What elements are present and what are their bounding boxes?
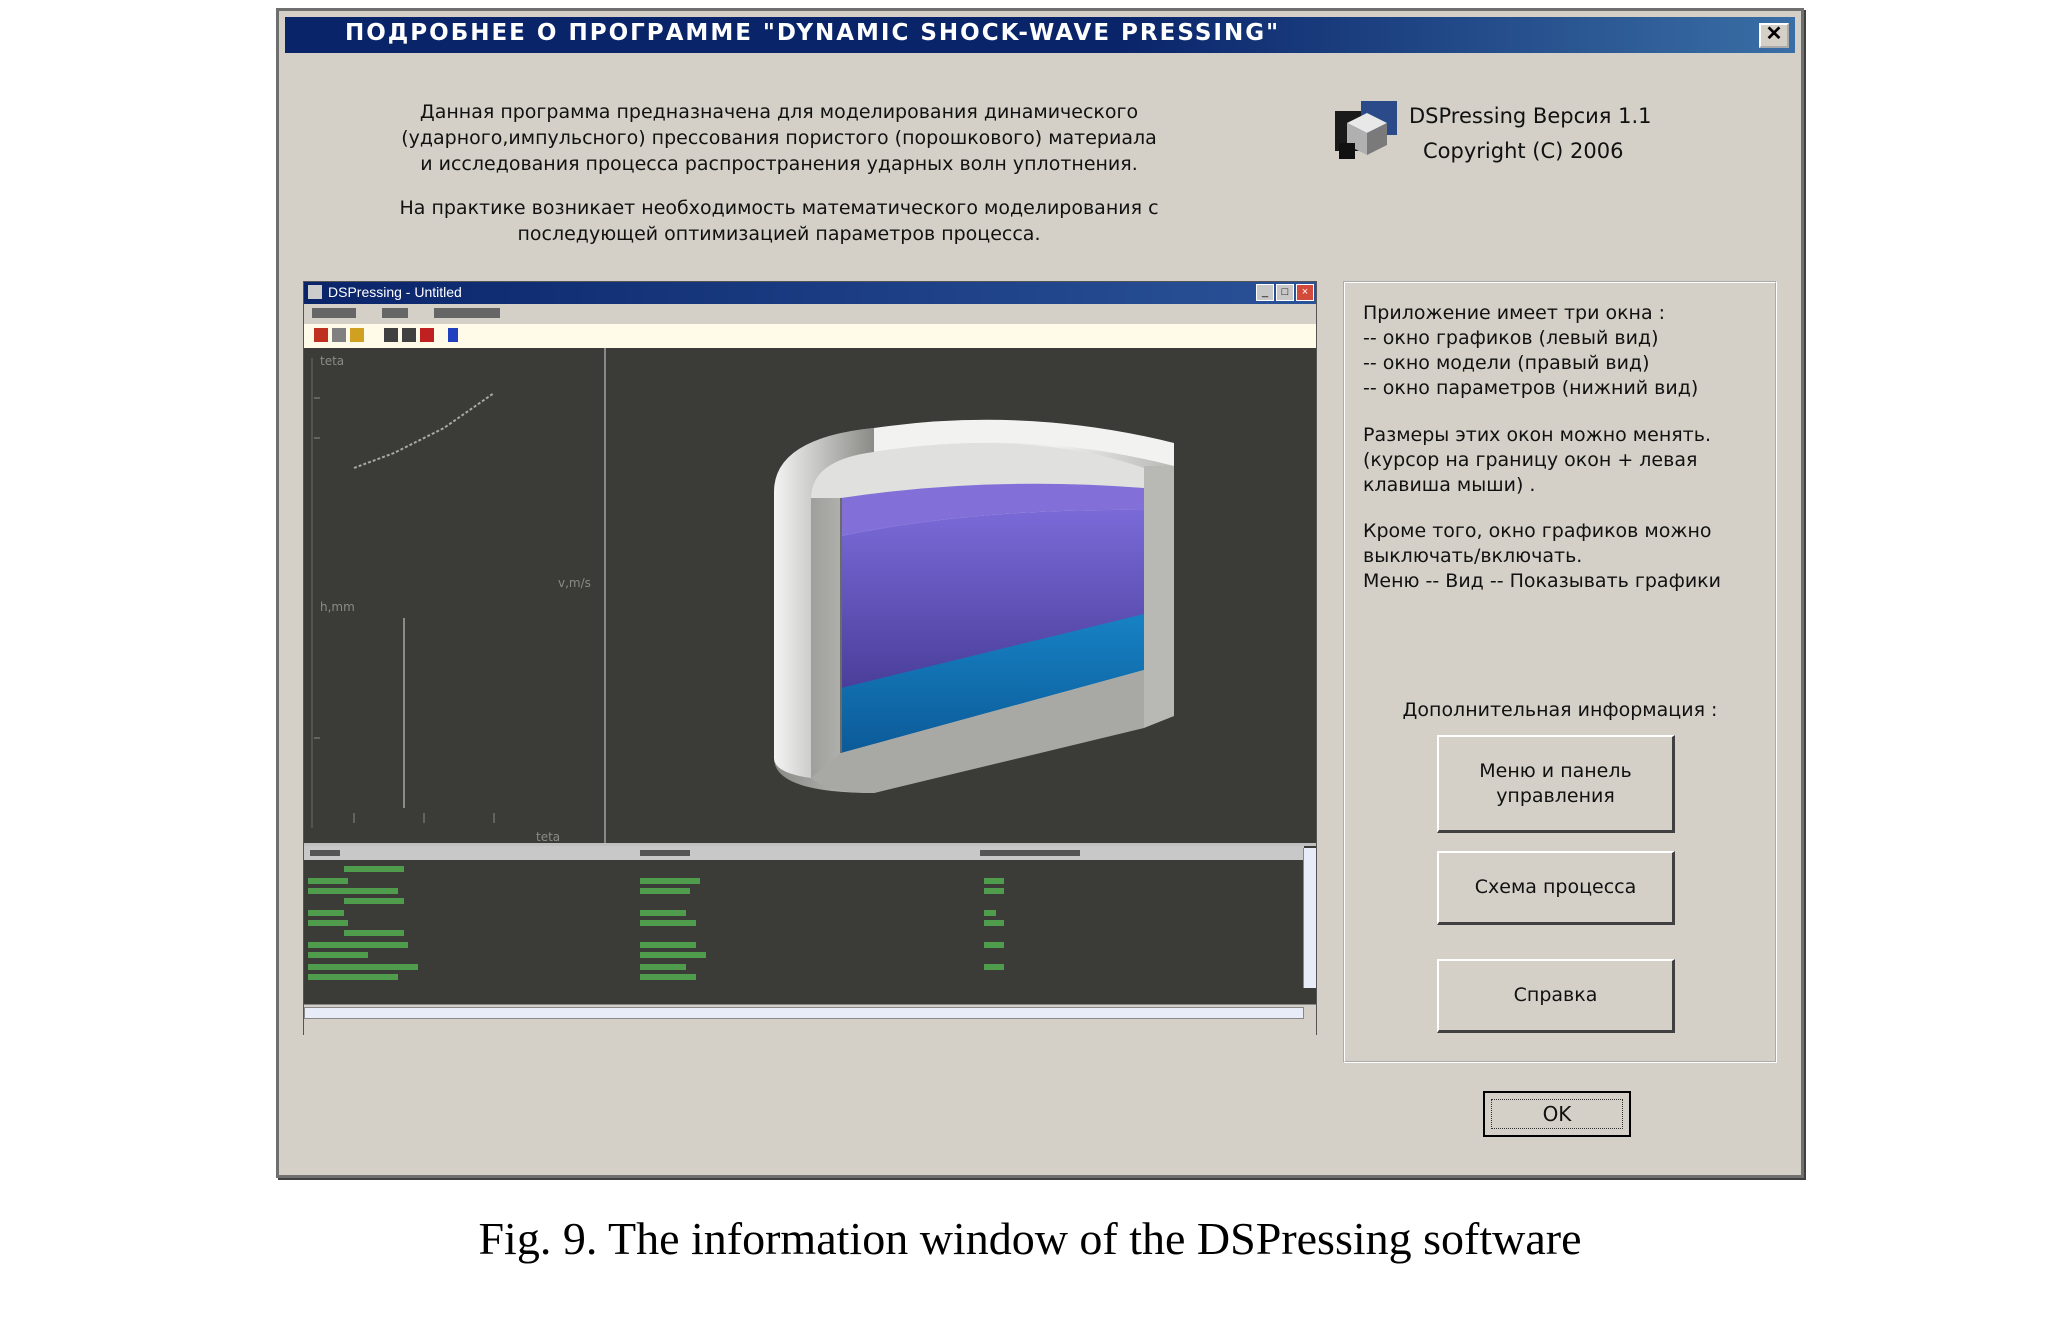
app-toolbar <box>304 324 1316 349</box>
info-line: -- окно модели (правый вид) <box>1363 352 1650 374</box>
close-button[interactable]: ✕ <box>1759 23 1789 48</box>
app-logo-icon <box>308 285 322 299</box>
toolbar-icon <box>448 328 458 342</box>
about-dialog: ПОДРОБНЕЕ О ПРОГРАММЕ "DYNAMIC SHOCK-WAV… <box>276 8 1804 1178</box>
focus-rect <box>1491 1099 1623 1129</box>
figure-caption: Fig. 9. The information window of the DS… <box>478 1213 1582 1264</box>
menu-item-placeholder <box>312 308 356 319</box>
dspressing-logo-icon <box>1335 101 1397 159</box>
parameters-window <box>304 846 1316 1004</box>
graph-window: teta v,m/s h,mm teta <box>304 348 606 844</box>
button-label: Схема процесса <box>1474 876 1637 898</box>
help-button[interactable]: Справка <box>1437 959 1675 1033</box>
info-toggle-note: Кроме того, окно графиков можно выключат… <box>1363 519 1721 594</box>
params-table-header <box>304 846 1304 860</box>
toolbar-icon <box>384 328 398 342</box>
info-line: выключать/включать. <box>1363 545 1583 567</box>
app-screenshot: DSPressing - Untitled _ □ × teta v,m/s h… <box>303 281 1317 1035</box>
description-paragraph-2: На практике возникает необходимость мате… <box>399 197 1159 245</box>
column-header <box>980 850 1080 856</box>
close-icon: × <box>1296 284 1314 301</box>
description-paragraph-1: Данная программа предназначена для модел… <box>401 101 1157 175</box>
model-window <box>606 348 1316 843</box>
menu-and-panel-button[interactable]: Меню и панель управления <box>1437 735 1675 833</box>
app-menubar <box>304 304 1316 324</box>
info-line: Размеры этих окон можно менять. <box>1363 424 1711 446</box>
version-label: DSPressing Версия 1.1 <box>1409 104 1652 128</box>
info-line: -- окно графиков (левый вид) <box>1363 327 1659 349</box>
button-label: Меню и панель управления <box>1479 759 1632 807</box>
menu-item-placeholder <box>381 308 408 319</box>
toolbar-icon <box>332 328 346 342</box>
info-line: Приложение имеет три окна : <box>1363 302 1666 324</box>
toolbar-icon <box>402 328 416 342</box>
maximize-icon: □ <box>1276 284 1294 301</box>
app-titlebar: DSPressing - Untitled _ □ × <box>304 282 1316 304</box>
dialog-title: ПОДРОБНЕЕ О ПРОГРАММЕ "DYNAMIC SHOCK-WAV… <box>345 20 1281 46</box>
copyright-label: Copyright (C) 2006 <box>1423 139 1624 163</box>
app-statusbar <box>304 1004 1316 1035</box>
graph-plot <box>311 358 495 828</box>
extra-info-label: Дополнительная информация : <box>1402 699 1718 721</box>
info-windows-list: Приложение имеет три окна : -- окно граф… <box>1363 301 1698 401</box>
dialog-titlebar[interactable]: ПОДРОБНЕЕ О ПРОГРАММЕ "DYNAMIC SHOCK-WAV… <box>285 17 1795 53</box>
process-scheme-button[interactable]: Схема процесса <box>1437 851 1675 925</box>
info-panel: Приложение имеет три окна : -- окно граф… <box>1343 281 1777 1063</box>
app-title: DSPressing - Untitled <box>328 284 462 300</box>
column-header <box>310 850 340 856</box>
info-resize-note: Размеры этих окон можно менять. (курсор … <box>1363 423 1711 498</box>
toolbar-icon <box>420 328 434 342</box>
column-header <box>640 850 690 856</box>
params-table-rows <box>308 866 1004 980</box>
menu-item-placeholder <box>433 308 500 319</box>
params-vertical-scrollbar <box>1303 848 1316 988</box>
close-icon: ✕ <box>1765 23 1783 45</box>
info-line: (курсор на границу окон + левая <box>1363 449 1698 471</box>
toolbar-icon <box>350 328 364 342</box>
toolbar-icon <box>314 328 328 342</box>
version-info: DSPressing Версия 1.1 Copyright (C) 2006 <box>1409 99 1651 169</box>
params-horizontal-scrollbar <box>304 1007 1304 1019</box>
ok-button[interactable]: OK <box>1483 1091 1631 1137</box>
container-3d-model <box>774 419 1174 793</box>
button-label: Справка <box>1513 984 1598 1006</box>
info-line: -- окно параметров (нижний вид) <box>1363 377 1699 399</box>
info-line: Меню -- Вид -- Показывать графики <box>1363 570 1721 592</box>
minimize-icon: _ <box>1256 284 1274 301</box>
info-line: клавиша мыши) . <box>1363 474 1536 496</box>
info-line: Кроме того, окно графиков можно <box>1363 520 1712 542</box>
